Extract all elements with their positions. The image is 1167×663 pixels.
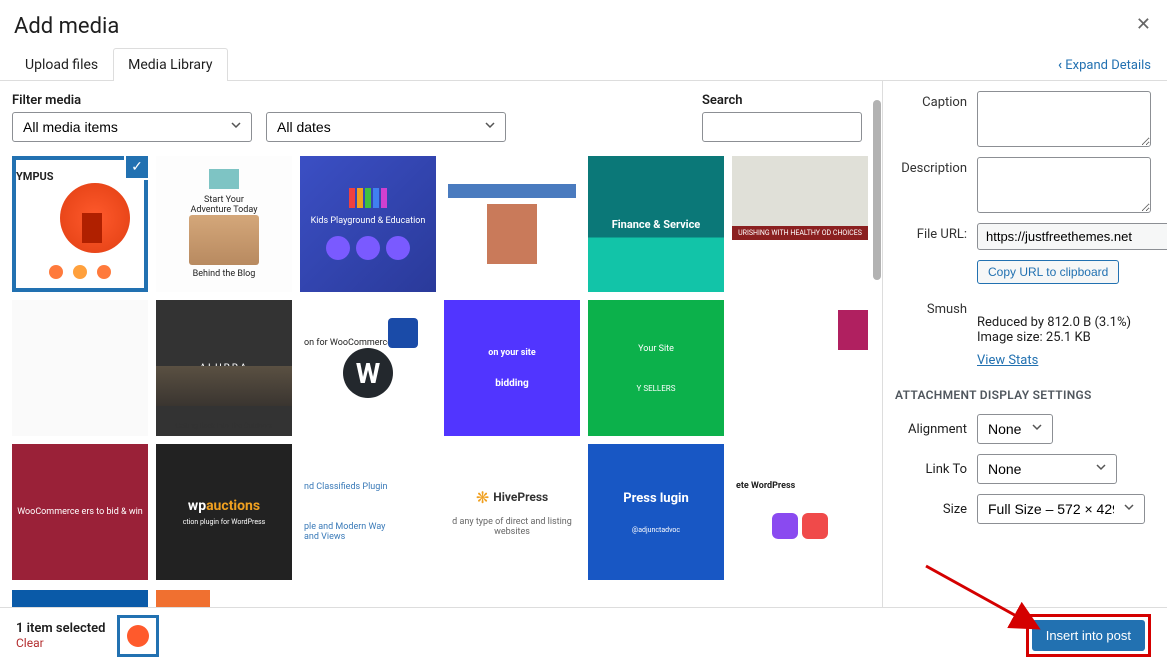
thumb-text: d any type of direct and listing website… (448, 517, 576, 537)
thumb-text: and Views (304, 532, 345, 542)
insert-into-post-button[interactable]: Insert into post (1032, 620, 1145, 651)
media-thumb[interactable] (12, 300, 148, 436)
thumb-text: Behind the Blog (193, 269, 256, 279)
fileurl-field[interactable] (977, 223, 1167, 250)
media-thumb[interactable]: on for WooCommerceW (300, 300, 436, 436)
media-thumb[interactable]: ALURRAGetting Back Into The Outdoors (156, 300, 292, 436)
tabs: Upload files Media Library (0, 47, 1167, 81)
media-thumb[interactable] (444, 590, 580, 607)
media-thumb[interactable]: Your Site Y SELLERS (588, 300, 724, 436)
media-thumb[interactable]: ❋HivePressd any type of direct and listi… (444, 444, 580, 580)
thumb-text: Kids Playground & Education (311, 216, 426, 226)
thumb-text: Adventure Today (191, 205, 258, 215)
filter-media-label: Filter media (12, 93, 506, 108)
media-thumb[interactable] (732, 300, 868, 436)
thumb-text: wp (188, 498, 206, 514)
thumb-text: ple and Modern Way (304, 522, 385, 532)
media-grid-scroll[interactable]: YMPUS ✓ Start Your Adventure Today Beh (12, 156, 882, 607)
thumb-text: HivePress (493, 490, 548, 504)
clear-selection-link[interactable]: Clear (16, 636, 44, 650)
thumb-text: URISHING WITH HEALTHY OD CHOICES (732, 226, 868, 240)
thumb-text: bidding (495, 378, 529, 389)
media-thumb[interactable]: wpauctions ction plugin for WordPress (156, 444, 292, 580)
media-thumb[interactable]: Press lugin @adjunctadvoc (588, 444, 724, 580)
alignment-select[interactable]: None (977, 414, 1053, 444)
fileurl-label: File URL: (895, 223, 967, 242)
thumb-text: Start Your (204, 195, 244, 205)
thumb-text: Getting Back Into The Outdoors (175, 422, 272, 430)
thumb-text: auctions (206, 498, 260, 514)
size-select[interactable]: Full Size – 572 × 429 (977, 494, 1145, 524)
thumb-text: ction plugin for WordPress (183, 518, 266, 526)
thumb-text: @adjunctadvoc (632, 526, 680, 534)
modal-title: Add media (14, 14, 119, 39)
media-thumb[interactable]: URISHING WITH HEALTHY OD CHOICES (732, 156, 868, 292)
media-thumb[interactable]: WooCommerce ers to bid & win (12, 444, 148, 580)
attachment-display-settings-title: ATTACHMENT DISPLAY SETTINGS (895, 388, 1151, 402)
media-thumb[interactable]: nd Classifieds Plugin ple and Modern Waya… (300, 444, 436, 580)
search-input[interactable] (702, 112, 862, 142)
linkto-select[interactable]: None (977, 454, 1117, 484)
close-icon[interactable]: ✕ (1136, 14, 1151, 35)
filter-dates-select[interactable]: All dates (266, 112, 506, 142)
media-thumb[interactable] (300, 590, 436, 607)
thumb-text: Finance & Service (612, 218, 701, 231)
size-label: Size (895, 502, 967, 517)
media-thumb[interactable]: Kids Playground & Education (300, 156, 436, 292)
copy-url-button[interactable]: Copy URL to clipboard (977, 260, 1119, 284)
expand-details-link[interactable]: Expand Details (1058, 58, 1151, 73)
thumb-text: Press lugin (623, 491, 689, 506)
view-stats-link[interactable]: View Stats (977, 353, 1038, 368)
media-thumb[interactable]: on your site bidding (444, 300, 580, 436)
media-thumb[interactable] (588, 590, 724, 607)
description-field[interactable] (977, 157, 1151, 213)
media-thumb[interactable]: ete WordPress (732, 444, 868, 580)
media-thumb[interactable] (732, 590, 868, 607)
filter-media-select[interactable]: All media items (12, 112, 252, 142)
caption-label: Caption (895, 91, 967, 110)
annotation-highlight: Insert into post (1026, 614, 1151, 657)
scrollbar[interactable] (869, 100, 883, 580)
check-icon[interactable]: ✓ (124, 156, 148, 180)
media-thumb[interactable]: Finance & Service (588, 156, 724, 292)
caption-field[interactable] (977, 91, 1151, 147)
tab-media-library[interactable]: Media Library (113, 48, 227, 81)
selected-count: 1 item selected (16, 621, 105, 636)
smush-label: Smush (895, 298, 967, 317)
alignment-label: Alignment (895, 422, 967, 437)
thumb-text: Your Site (638, 344, 674, 354)
selected-thumb[interactable] (117, 615, 159, 657)
thumb-text: Y SELLERS (637, 384, 676, 393)
thumb-text: WooCommerce ers to bid & win (17, 507, 143, 517)
thumb-text: YMPUS (16, 170, 54, 183)
smush-reduced-text: Reduced by 812.0 B (3.1%) (977, 315, 1151, 330)
linkto-label: Link To (895, 462, 967, 477)
attachment-details-sidebar: Caption Description File URL: Copy URL t… (882, 81, 1167, 607)
thumb-text: ete WordPress (736, 481, 795, 491)
media-thumb[interactable]: YMPUS ✓ (12, 156, 148, 292)
thumb-text: on for WooCommerce (304, 338, 392, 348)
media-thumb[interactable] (156, 590, 292, 607)
media-thumb[interactable] (12, 590, 148, 607)
tab-upload-files[interactable]: Upload files (10, 48, 113, 81)
media-thumb[interactable]: Start Your Adventure Today Behind the Bl… (156, 156, 292, 292)
thumb-text: on your site (488, 348, 535, 358)
media-thumb[interactable] (444, 156, 580, 292)
search-label: Search (702, 93, 862, 108)
thumb-text: nd Classifieds Plugin (304, 482, 387, 492)
smush-size-text: Image size: 25.1 KB (977, 330, 1151, 345)
description-label: Description (895, 157, 967, 176)
